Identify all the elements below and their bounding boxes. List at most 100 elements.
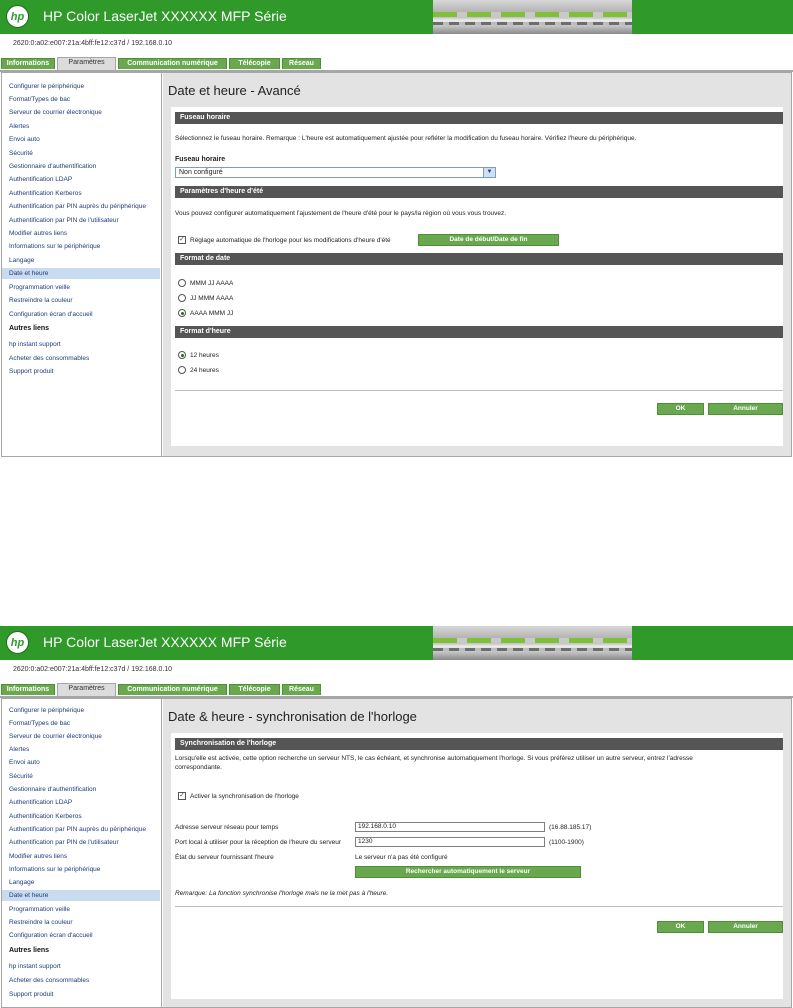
sidebar-item-informations-peripherique[interactable]: Informations sur le périphérique	[2, 241, 160, 252]
local-port-hint: (1100-1900)	[549, 839, 584, 846]
header-banner: hp HP Color LaserJet XXXXXX MFP Série	[0, 626, 793, 660]
dst-checkbox-label: Réglage automatique de l'horloge pour le…	[190, 237, 391, 244]
tab-communication-numerique[interactable]: Communication numérique	[118, 684, 227, 695]
tab-parametres[interactable]: Paramètres	[57, 57, 116, 70]
sidebar-item-serveur-courrier[interactable]: Serveur de courrier électronique	[2, 107, 160, 118]
sidebar-item-envoi-auto[interactable]: Envoi auto	[2, 757, 160, 768]
link-hp-instant-support[interactable]: hp instant support	[2, 961, 160, 972]
sidebar-item-configurer[interactable]: Configurer le périphérique	[2, 705, 160, 716]
link-hp-instant-support[interactable]: hp instant support	[2, 339, 160, 350]
sidebar-item-ecran-accueil[interactable]: Configuration écran d'accueil	[2, 930, 160, 941]
tab-parametres[interactable]: Paramètres	[57, 683, 116, 696]
divider	[175, 906, 783, 907]
banner-train-photo	[433, 0, 632, 34]
sidebar-item-securite[interactable]: Sécurité	[2, 771, 160, 782]
link-support-produit[interactable]: Support produit	[2, 366, 160, 377]
hp-logo-icon: hp	[6, 5, 29, 28]
ok-button[interactable]: OK	[657, 921, 704, 933]
ok-button[interactable]: OK	[657, 403, 704, 415]
header-banner: hp HP Color LaserJet XXXXXX MFP Série	[0, 0, 793, 34]
sidebar-item-configurer[interactable]: Configurer le périphérique	[2, 81, 160, 92]
timezone-select-value: Non configuré	[179, 169, 223, 176]
enable-sync-checkbox[interactable]: ✓	[178, 792, 186, 800]
sidebar-item-ecran-accueil[interactable]: Configuration écran d'accueil	[2, 309, 160, 320]
banner-train-photo	[433, 626, 632, 660]
dst-checkbox[interactable]: ✓	[178, 236, 186, 244]
sidebar-item-format-types-bac[interactable]: Format/Types de bac	[2, 718, 160, 729]
time-format-radio-24[interactable]	[178, 366, 186, 374]
sidebar-item-date-heure[interactable]: Date et heure	[2, 268, 160, 279]
local-port-label: Port local à utiliser pour la réception …	[175, 839, 341, 846]
sidebar-item-modifier-liens[interactable]: Modifier autres liens	[2, 228, 160, 239]
sidebar-item-securite[interactable]: Sécurité	[2, 148, 160, 159]
date-format-label-3: AAAA MMM JJ	[190, 310, 234, 317]
link-support-produit[interactable]: Support produit	[2, 989, 160, 1000]
time-format-label-12: 12 heures	[190, 352, 219, 359]
date-format-radio-3[interactable]	[178, 309, 186, 317]
sidebar-item-format-types-bac[interactable]: Format/Types de bac	[2, 94, 160, 105]
date-format-label-1: MMM JJ AAAA	[190, 280, 234, 287]
sidebar-item-auth-kerberos[interactable]: Authentification Kerberos	[2, 811, 160, 822]
main-frame: Configurer le périphérique Format/Types …	[1, 72, 792, 457]
date-format-radio-2[interactable]	[178, 294, 186, 302]
sidebar-item-gestionnaire-auth[interactable]: Gestionnaire d'authentification	[2, 161, 160, 172]
sidebar-item-programmation-veille[interactable]: Programmation veille	[2, 904, 160, 915]
link-acheter-consommables[interactable]: Acheter des consommables	[2, 353, 160, 364]
settings-panel: Fuseau horaire Sélectionnez le fuseau ho…	[171, 107, 783, 446]
screenshot-clock-sync: hp HP Color LaserJet XXXXXX MFP Série 26…	[0, 626, 793, 1008]
sidebar-item-alertes[interactable]: Alertes	[2, 744, 160, 755]
timezone-select[interactable]: Non configuré ▼	[175, 167, 496, 178]
server-address-input[interactable]: 192.168.0.10	[355, 822, 545, 832]
tab-telecopie[interactable]: Télécopie	[229, 684, 280, 695]
server-address-hint: (16.88.185.17)	[549, 824, 592, 831]
sidebar-item-restreindre-couleur[interactable]: Restreindre la couleur	[2, 295, 160, 306]
cancel-button[interactable]: Annuler	[708, 921, 783, 933]
cancel-button[interactable]: Annuler	[708, 403, 783, 415]
tab-communication-numerique[interactable]: Communication numérique	[118, 58, 227, 69]
tab-informations[interactable]: Informations	[1, 58, 55, 69]
page-title: Date & heure - synchronisation de l'horl…	[168, 709, 417, 724]
divider	[175, 390, 783, 391]
sidebar-item-modifier-liens[interactable]: Modifier autres liens	[2, 851, 160, 862]
sidebar-item-langage[interactable]: Langage	[2, 255, 160, 266]
sidebar-item-auth-ldap[interactable]: Authentification LDAP	[2, 797, 160, 808]
sidebar-item-envoi-auto[interactable]: Envoi auto	[2, 134, 160, 145]
sidebar-item-langage[interactable]: Langage	[2, 877, 160, 888]
timezone-description: Sélectionnez le fuseau horaire. Remarque…	[175, 135, 637, 142]
sidebar-item-auth-pin-utilisateur[interactable]: Authentification par PIN de l'utilisateu…	[2, 215, 160, 226]
content-area: Date & heure - synchronisation de l'horl…	[163, 699, 791, 1007]
tab-telecopie[interactable]: Télécopie	[229, 58, 280, 69]
hp-logo-icon: hp	[6, 631, 29, 654]
sidebar-item-date-heure[interactable]: Date et heure	[2, 890, 160, 901]
sidebar-item-auth-pin-peripherique[interactable]: Authentification par PIN auprès du périp…	[2, 824, 160, 835]
sidebar-item-programmation-veille[interactable]: Programmation veille	[2, 282, 160, 293]
tab-bar: Informations Paramètres Communication nu…	[0, 56, 793, 72]
time-format-radio-12[interactable]	[178, 351, 186, 359]
server-address-label: Adresse serveur réseau pour temps	[175, 824, 279, 831]
sidebar-item-serveur-courrier[interactable]: Serveur de courrier électronique	[2, 731, 160, 742]
tab-informations[interactable]: Informations	[1, 684, 55, 695]
section-heure-ete: Paramètres d'heure d'été	[175, 186, 783, 198]
local-port-input[interactable]: 1230	[355, 837, 545, 847]
sidebar-item-auth-ldap[interactable]: Authentification LDAP	[2, 174, 160, 185]
tab-reseau[interactable]: Réseau	[282, 58, 321, 69]
date-format-radio-1[interactable]	[178, 279, 186, 287]
sidebar-item-alertes[interactable]: Alertes	[2, 121, 160, 132]
sidebar-item-auth-kerberos[interactable]: Authentification Kerberos	[2, 188, 160, 199]
tab-reseau[interactable]: Réseau	[282, 684, 321, 695]
sidebar-item-gestionnaire-auth[interactable]: Gestionnaire d'authentification	[2, 784, 160, 795]
device-address: 2620:0:a02:e007:21a:4bff:fe12:c37d / 192…	[13, 666, 173, 673]
sidebar-item-informations-peripherique[interactable]: Informations sur le périphérique	[2, 864, 160, 875]
link-acheter-consommables[interactable]: Acheter des consommables	[2, 975, 160, 986]
other-links-heading: Autres liens	[9, 325, 50, 332]
auto-search-server-button[interactable]: Rechercher automatiquement le serveur	[355, 866, 581, 878]
sidebar: Configurer le périphérique Format/Types …	[2, 73, 162, 456]
date-format-label-2: JJ MMM AAAA	[190, 295, 234, 302]
dst-dates-button[interactable]: Date de début/Date de fin	[418, 234, 559, 246]
section-synchronisation: Synchronisation de l'horloge	[175, 738, 783, 750]
screenshot-advanced: hp HP Color LaserJet XXXXXX MFP Série 26…	[0, 0, 793, 458]
server-state-value: Le serveur n'a pas été configuré	[355, 854, 448, 861]
sidebar-item-auth-pin-utilisateur[interactable]: Authentification par PIN de l'utilisateu…	[2, 837, 160, 848]
sidebar-item-restreindre-couleur[interactable]: Restreindre la couleur	[2, 917, 160, 928]
sidebar-item-auth-pin-peripherique[interactable]: Authentification par PIN auprès du périp…	[2, 201, 160, 212]
